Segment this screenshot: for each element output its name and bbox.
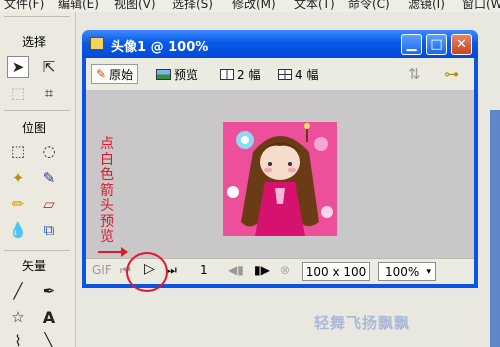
menu-select[interactable]: 选择(S) (172, 0, 213, 12)
freeform-tool-icon[interactable]: ⌇ (7, 330, 29, 347)
maximize-button[interactable]: □ (426, 34, 447, 55)
line-tool-icon[interactable]: ╱ (7, 280, 29, 302)
lasso-tool-icon[interactable]: ◌ (38, 140, 60, 162)
annotation-circle (126, 252, 168, 292)
image-size-field: 100 x 100 (302, 262, 370, 281)
gif-format-label: GIF (92, 263, 112, 277)
star-shape-icon[interactable]: ☆ (7, 306, 29, 328)
sort-arrows-icon[interactable]: ⇅ (408, 65, 421, 83)
four-pane-icon (278, 68, 292, 80)
divider (4, 16, 70, 17)
rubber-stamp-icon[interactable]: ⧉ (38, 219, 60, 241)
menu-bar: 文件(F) 编辑(E) 视图(V) 选择(S) 修改(M) 文本(T) 命令(C… (0, 0, 500, 12)
menu-file[interactable]: 文件(F) (4, 0, 44, 12)
magic-wand-icon[interactable]: ✦ (7, 167, 29, 189)
blur-tool-icon[interactable]: 💧 (7, 219, 29, 241)
key-icon[interactable]: ⊶ (444, 65, 459, 83)
knife-tool-icon[interactable]: ╲ (38, 330, 60, 347)
bitmap-section-title: 位图 (22, 121, 47, 135)
pencil-tool-icon[interactable]: ✏ (7, 193, 29, 215)
background-window-edge (490, 110, 500, 347)
tab-4-up[interactable]: 4 幅 (278, 64, 318, 84)
menu-commands[interactable]: 命令(C) (348, 0, 390, 12)
tab-label: 4 幅 (295, 67, 319, 82)
divider (4, 250, 70, 251)
prev-frame-icon[interactable]: ◀▮ (228, 263, 244, 277)
pencil-icon: ✎ (96, 67, 107, 81)
landscape-icon (156, 68, 171, 80)
subselect-tool-icon[interactable]: ⇱ (38, 56, 60, 78)
two-pane-icon (220, 68, 234, 80)
stop-icon[interactable]: ⊗ (280, 263, 290, 277)
tab-preview[interactable]: 预览 (156, 64, 198, 84)
marquee-tool-icon[interactable]: ⬚ (7, 140, 29, 162)
divider (4, 110, 70, 111)
select-section-title: 选择 (22, 35, 47, 49)
pointer-tool-icon[interactable]: ➤ (7, 56, 29, 78)
annotation-arrow (98, 247, 128, 257)
chevron-down-icon: ▾ (426, 266, 431, 277)
menu-filters[interactable]: 滤镜(I) (408, 0, 445, 12)
tab-label: 2 幅 (237, 67, 261, 82)
canvas-area (86, 90, 474, 258)
tab-label: 预览 (174, 67, 199, 82)
girl-avatar-image (223, 122, 337, 236)
title-bar[interactable]: 头像1 @ 100% ▁ □ ✕ (82, 30, 478, 58)
brush-tool-icon[interactable]: ✎ (38, 167, 60, 189)
close-button[interactable]: ✕ (451, 34, 472, 55)
document-icon (90, 37, 104, 50)
document-window: 头像1 @ 100% ▁ □ ✕ ✎ 原始 预览 2 幅 4 幅 ⇅ ⊶ GIF… (82, 30, 478, 288)
menu-view[interactable]: 视图(V) (114, 0, 156, 12)
next-frame-icon[interactable]: ▮▶ (254, 263, 270, 277)
tab-label: 原始 (109, 67, 134, 82)
zoom-value: 100% (385, 264, 420, 279)
tools-panel: 选择 ➤ ⇱ ⬚ ⌗ 位图 ⬚ ◌ ✦ ✎ ✏ ▱ 💧 ⧉ 矢量 ╱ ✒ ☆ A… (0, 12, 76, 347)
window-title: 头像1 @ 100% (111, 40, 209, 55)
pen-tool-icon[interactable]: ✒ (38, 280, 60, 302)
tab-2-up[interactable]: 2 幅 (220, 64, 260, 84)
view-tabs: ✎ 原始 预览 2 幅 4 幅 ⇅ ⊶ (86, 58, 474, 90)
crop-tool-icon[interactable]: ⌗ (38, 82, 60, 104)
minimize-button[interactable]: ▁ (401, 34, 422, 55)
tab-original[interactable]: ✎ 原始 (91, 64, 139, 84)
eraser-tool-icon[interactable]: ▱ (38, 193, 60, 215)
menu-modify[interactable]: 修改(M) (232, 0, 276, 12)
scale-tool-icon[interactable]: ⬚ (7, 82, 29, 104)
annotation-text: 点白色箭头预览 (100, 136, 114, 245)
menu-window[interactable]: 窗口(W) (462, 0, 500, 12)
watermark: 轻舞飞扬飘飘 (314, 314, 411, 332)
zoom-dropdown[interactable]: 100% ▾ (378, 262, 436, 281)
frame-number: 1 (200, 263, 208, 277)
vector-section-title: 矢量 (22, 259, 47, 273)
menu-edit[interactable]: 编辑(E) (58, 0, 99, 12)
text-tool-icon[interactable]: A (38, 306, 60, 328)
menu-text[interactable]: 文本(T) (294, 0, 335, 12)
